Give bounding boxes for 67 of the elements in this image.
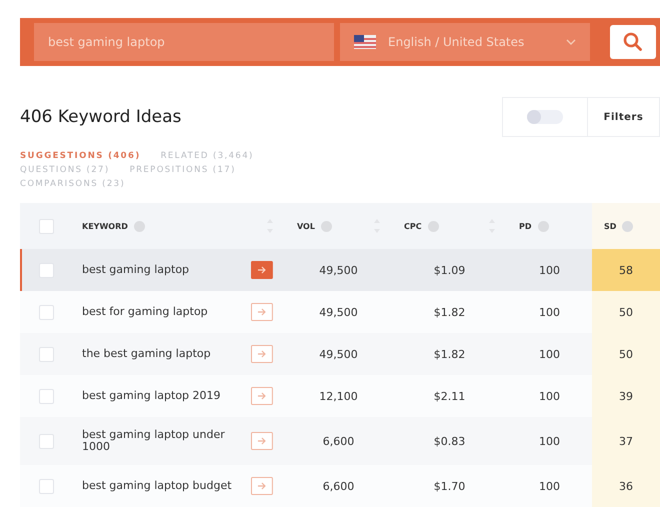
pd-cell: 100	[539, 264, 560, 276]
pd-cell: 100	[539, 390, 560, 402]
table-row[interactable]: the best gaming laptop 49,500 $1.82 100 50	[20, 333, 660, 375]
language-label: English / United States	[388, 35, 526, 49]
pd-cell: 100	[539, 306, 560, 318]
filters-button[interactable]: Filters	[588, 98, 659, 136]
table-row[interactable]: best for gaming laptop 49,500 $1.82 100 50	[20, 291, 660, 333]
flag-icon	[354, 35, 376, 49]
checkbox[interactable]	[38, 262, 54, 278]
arrow-box-icon[interactable]	[251, 387, 273, 405]
table-row[interactable]: best gaming laptop 49,500 $1.09 100 58	[20, 249, 660, 291]
sd-cell: 58	[619, 264, 633, 276]
search-button[interactable]	[610, 25, 656, 59]
column-header[interactable]: KEYWORD	[82, 222, 128, 230]
results-title: 406 Keyword Ideas	[20, 107, 182, 127]
arrow-box-icon[interactable]	[251, 303, 273, 321]
cpc-cell: $1.82	[434, 306, 466, 318]
toggle-switch[interactable]	[527, 110, 563, 124]
cpc-cell: $1.70	[434, 480, 466, 492]
sd-cell: 50	[619, 348, 633, 360]
sd-cell: 37	[619, 434, 633, 448]
checkbox[interactable]	[38, 346, 54, 362]
info-icon	[320, 220, 332, 232]
arrow-box-icon[interactable]	[251, 261, 273, 279]
arrow-box-icon[interactable]	[251, 477, 273, 495]
checkbox[interactable]	[38, 218, 54, 234]
pd-cell: 100	[539, 434, 560, 448]
volume-cell: 49,500	[319, 306, 358, 318]
pd-cell: 100	[539, 348, 560, 360]
keyword-cell-text: best gaming laptop budget	[82, 480, 233, 492]
checkbox[interactable]	[38, 388, 54, 404]
checkbox[interactable]	[38, 304, 54, 320]
arrow-box-icon[interactable]	[251, 345, 273, 363]
info-icon	[134, 220, 145, 232]
cpc-cell: $0.83	[434, 434, 466, 448]
keyword-cell-text: best gaming laptop 2019	[82, 390, 222, 402]
keyword-cell-text: best for gaming laptop	[82, 306, 209, 318]
keyword-cell-text: the best gaming laptop	[82, 348, 212, 360]
keyword-cell-text: best gaming laptop	[82, 264, 190, 276]
volume-cell: 6,600	[322, 480, 354, 492]
volume-cell: 49,500	[319, 264, 358, 276]
pd-cell: 100	[539, 480, 560, 492]
volume-cell: 49,500	[319, 348, 358, 360]
sd-cell: 36	[619, 480, 633, 492]
checkbox[interactable]	[38, 434, 54, 448]
cpc-cell: $1.82	[434, 348, 466, 360]
sd-cell: 39	[619, 390, 633, 402]
volume-cell: 6,600	[322, 434, 354, 448]
column-header[interactable]: VOL	[297, 222, 315, 230]
arrow-box-icon[interactable]	[251, 432, 273, 450]
column-header[interactable]: PD	[519, 222, 532, 230]
checkbox[interactable]	[38, 478, 54, 494]
table-row[interactable]: best gaming laptop budget 6,600 $1.70 100 36	[20, 465, 660, 507]
info-icon	[428, 220, 439, 232]
sd-cell: 50	[619, 306, 633, 318]
keyword-cell-text: best gaming laptop under 1000	[82, 429, 226, 453]
chevron-down-icon	[566, 39, 576, 45]
table-row[interactable]: best gaming laptop 2019 12,100 $2.11 100 39	[20, 375, 660, 417]
cpc-cell: $1.09	[434, 264, 466, 276]
info-icon	[622, 220, 634, 232]
volume-cell: 12,100	[319, 390, 358, 402]
column-header[interactable]: CPC	[404, 222, 422, 230]
cpc-cell: $2.11	[434, 390, 466, 402]
search-icon	[623, 32, 643, 52]
info-icon	[538, 220, 549, 232]
column-header[interactable]: SD	[604, 222, 616, 230]
table-row[interactable]: best gaming laptop under 1000 6,600 $0.83 100 37	[20, 417, 660, 465]
